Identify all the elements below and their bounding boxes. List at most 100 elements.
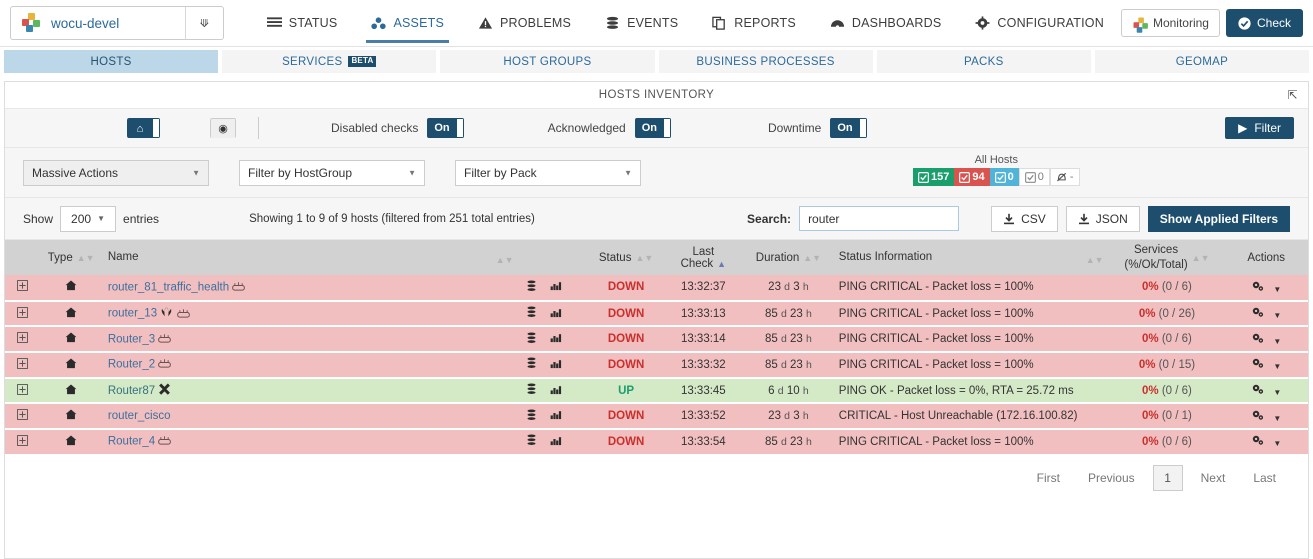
table-row[interactable]: Router_4 DOWN 13:33:54 85 d 23 h PING CRITI…: [5, 429, 1308, 456]
host-name-link[interactable]: Router_4: [108, 436, 155, 448]
host-name-link[interactable]: Router_3: [108, 333, 155, 345]
chevron-down-icon[interactable]: ▼: [1273, 285, 1281, 294]
pack-filter-select[interactable]: Filter by Pack ▼: [455, 159, 641, 186]
table-row[interactable]: router_cisco DOWN 13:33:52 23 d 3 h CRITICA…: [5, 403, 1308, 431]
nav-item-status[interactable]: STATUS: [250, 0, 355, 47]
pagination-previous[interactable]: Previous: [1074, 471, 1149, 485]
row-actions-cell[interactable]: ▼: [1224, 300, 1308, 328]
target-view-toggle[interactable]: ◉: [210, 118, 236, 138]
row-graph-cell[interactable]: [543, 300, 590, 328]
status-badge-acknowledged[interactable]: -: [1049, 168, 1080, 186]
row-logs-cell[interactable]: [519, 429, 544, 456]
row-graph-cell[interactable]: [543, 377, 590, 405]
nav-item-dashboards[interactable]: DASHBOARDS: [813, 0, 959, 47]
nav-item-problems[interactable]: PROBLEMS: [461, 0, 588, 47]
chevron-down-icon[interactable]: ▼: [1273, 414, 1281, 423]
tab-host-groups[interactable]: HOST GROUPS: [440, 50, 655, 73]
host-name-link[interactable]: Router_2: [108, 359, 155, 371]
row-graph-cell[interactable]: [543, 403, 590, 431]
pagination-last[interactable]: Last: [1239, 471, 1290, 485]
col-type[interactable]: Type ▲▼: [40, 240, 102, 275]
host-name-link[interactable]: Router87: [108, 385, 155, 397]
status-badge-down[interactable]: 94: [954, 168, 990, 186]
entries-per-page-select[interactable]: 200 ▼: [60, 205, 117, 232]
row-expand-cell[interactable]: [5, 377, 41, 405]
row-logs-cell[interactable]: [519, 326, 544, 354]
chevron-down-icon[interactable]: ⟱: [184, 7, 223, 39]
row-actions-cell[interactable]: ▼: [1224, 403, 1308, 431]
row-graph-cell[interactable]: [543, 326, 590, 354]
row-graph-cell[interactable]: [543, 275, 590, 302]
row-expand-cell[interactable]: [5, 429, 41, 456]
chevron-down-icon[interactable]: ▼: [1273, 362, 1281, 371]
expand-collapse-icon[interactable]: ⇱: [1288, 88, 1298, 102]
acknowledged-toggle[interactable]: On: [634, 118, 671, 138]
row-expand-cell[interactable]: [5, 403, 41, 431]
host-view-toggle[interactable]: ⌂: [127, 118, 160, 138]
chevron-down-icon[interactable]: ▼: [1273, 388, 1281, 397]
tab-packs[interactable]: PACKS: [876, 50, 1091, 73]
nav-item-configuration[interactable]: CONFIGURATION: [958, 0, 1121, 47]
table-row[interactable]: Router87 UP 13:33:45 6 d 10 h PING OK - Pac…: [5, 377, 1308, 405]
export-json-button[interactable]: JSON: [1065, 205, 1140, 232]
massive-actions-select[interactable]: Massive Actions ▼: [23, 159, 209, 186]
services-detail: (0 / 6): [1161, 281, 1192, 294]
table-row[interactable]: router_81_traffic_health DOWN 13:32:37 23 …: [5, 275, 1308, 302]
export-csv-button[interactable]: CSV: [991, 205, 1058, 232]
nav-item-events[interactable]: EVENTS: [588, 0, 695, 47]
row-logs-cell[interactable]: [519, 403, 544, 431]
row-actions-cell[interactable]: ▼: [1224, 275, 1308, 302]
col-status-information[interactable]: Status Information ▲▼: [832, 240, 1110, 275]
col-services[interactable]: Services (%/Ok/Total) ▲▼: [1109, 240, 1225, 275]
col-last-check[interactable]: Last Check ▲: [662, 240, 745, 275]
row-logs-cell[interactable]: [519, 377, 544, 405]
row-actions-cell[interactable]: ▼: [1224, 377, 1308, 405]
row-graph-cell[interactable]: [543, 352, 590, 379]
row-logs-cell[interactable]: [519, 275, 544, 302]
nav-item-reports[interactable]: REPORTS: [695, 0, 813, 47]
row-actions-cell[interactable]: ▼: [1224, 429, 1308, 456]
pagination-first[interactable]: First: [1023, 471, 1074, 485]
monitoring-button[interactable]: Monitoring: [1120, 9, 1220, 37]
host-name-link[interactable]: router_cisco: [108, 410, 171, 422]
chevron-down-icon[interactable]: ▼: [1273, 311, 1281, 320]
pagination-next[interactable]: Next: [1187, 471, 1240, 485]
show-applied-filters-button[interactable]: Show Applied Filters: [1147, 205, 1290, 232]
tab-business-processes[interactable]: BUSINESS PROCESSES: [658, 50, 873, 73]
row-logs-cell[interactable]: [519, 300, 544, 328]
table-row[interactable]: Router_2 DOWN 13:33:32 85 d 23 h PING CRITI…: [5, 352, 1308, 379]
tab-services[interactable]: SERVICES BETA: [222, 50, 437, 73]
pagination-page-1[interactable]: 1: [1152, 464, 1183, 491]
table-row[interactable]: Router_3 DOWN 13:33:14 85 d 23 h PING CRITI…: [5, 326, 1308, 354]
row-graph-cell[interactable]: [543, 429, 590, 456]
col-status[interactable]: Status ▲▼: [589, 240, 663, 275]
tab-geomap[interactable]: GEOMAP: [1094, 50, 1310, 73]
sort-icon: ▲▼: [76, 252, 95, 263]
chevron-down-icon[interactable]: ▼: [1273, 337, 1281, 346]
disabled-checks-toggle[interactable]: On: [427, 118, 464, 138]
organization-selector[interactable]: wocu-devel ⟱: [10, 6, 224, 40]
status-badge-pending[interactable]: 0: [1018, 168, 1050, 186]
col-duration[interactable]: Duration ▲▼: [744, 240, 833, 275]
row-expand-cell[interactable]: [5, 326, 41, 354]
tab-hosts[interactable]: HOSTS: [4, 50, 219, 73]
row-expand-cell[interactable]: [5, 275, 41, 302]
host-name-link[interactable]: router_81_traffic_health: [108, 281, 229, 293]
chevron-down-icon[interactable]: ▼: [1273, 439, 1281, 448]
filter-button[interactable]: ▶ Filter: [1225, 117, 1294, 139]
table-row[interactable]: router_13 DOWN 13:33:13 85 d 23 h PING CRIT…: [5, 300, 1308, 328]
downtime-toggle[interactable]: On: [830, 118, 867, 138]
row-actions-cell[interactable]: ▼: [1224, 326, 1308, 354]
search-input[interactable]: router: [799, 206, 960, 231]
host-name-link[interactable]: router_13: [108, 308, 157, 320]
row-expand-cell[interactable]: [5, 300, 41, 328]
row-actions-cell[interactable]: ▼: [1224, 352, 1308, 379]
hostgroup-filter-select[interactable]: Filter by HostGroup ▼: [239, 159, 425, 186]
check-button[interactable]: Check: [1225, 9, 1303, 37]
nav-item-assets[interactable]: ASSETS: [354, 0, 461, 47]
col-name[interactable]: Name ▲▼: [101, 240, 520, 275]
row-expand-cell[interactable]: [5, 352, 41, 379]
status-badge-unreachable[interactable]: 0: [989, 168, 1019, 186]
row-logs-cell[interactable]: [519, 352, 544, 379]
status-badge-up[interactable]: 157: [913, 168, 955, 186]
